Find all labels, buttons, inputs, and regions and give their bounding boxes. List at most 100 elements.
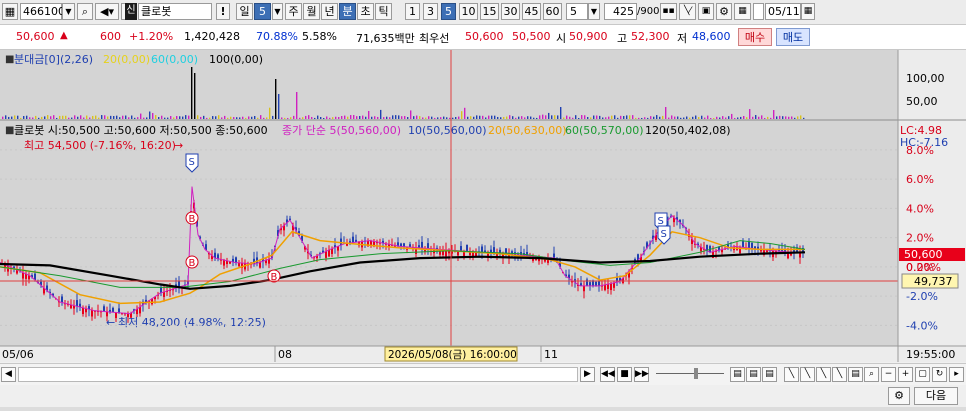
volume-bar: [83, 117, 85, 119]
period-minute-button[interactable]: 분: [339, 3, 356, 20]
volume-bar: [155, 115, 157, 119]
volume-bar: [95, 115, 97, 119]
volume-bar: [623, 116, 625, 119]
line-tool-icon[interactable]: ╲⁄: [679, 3, 696, 20]
sell-button[interactable]: 매도: [776, 28, 810, 46]
minute-60-button[interactable]: 60: [543, 3, 562, 20]
low-label: 저: [677, 32, 688, 45]
minute-1-button[interactable]: 1: [405, 3, 420, 20]
volume-bar: [359, 115, 361, 119]
candle-body: [460, 246, 462, 251]
period-second-button[interactable]: 초: [357, 3, 374, 20]
draw-tool-icon-3[interactable]: ╲: [816, 367, 831, 382]
volume-bar: [707, 115, 709, 119]
date-input[interactable]: 05/11: [765, 3, 801, 20]
period-month-button[interactable]: 월: [303, 3, 320, 20]
horizontal-scrollbar[interactable]: [18, 367, 578, 382]
candle-body: [328, 249, 330, 257]
candle-body: [106, 311, 108, 317]
candle-body: [235, 257, 237, 263]
volume-bar: [368, 110, 370, 119]
gear-icon[interactable]: ⚙: [716, 3, 732, 20]
minute-5-button[interactable]: 5: [441, 3, 456, 20]
volume-bar: [158, 117, 160, 119]
volume-bar: [788, 116, 790, 119]
minute-15-button[interactable]: 15: [480, 3, 499, 20]
interval-dropdown-icon[interactable]: ▼: [588, 3, 600, 20]
volume-bar: [437, 117, 439, 119]
next-button[interactable]: 다음: [914, 387, 958, 405]
volume-bar: [173, 117, 175, 119]
end-icon[interactable]: ▸: [949, 367, 964, 382]
volume-bar: [413, 116, 415, 119]
volume-bar: [575, 115, 577, 119]
volume-bar: [146, 117, 148, 119]
zoom-slider-thumb[interactable]: [694, 368, 698, 379]
save-icon[interactable]: ▣: [698, 3, 714, 20]
stock-name-field[interactable]: 클로봇: [138, 3, 212, 20]
period-day-count[interactable]: 5: [254, 3, 271, 20]
tool-icon-3[interactable]: ▤: [762, 367, 777, 382]
buy-button[interactable]: 매수: [738, 28, 772, 46]
minute-45-button[interactable]: 45: [522, 3, 541, 20]
zoom-in-icon[interactable]: +: [898, 367, 913, 382]
volume-bar: [485, 117, 487, 119]
tool-icon-2[interactable]: ▤: [746, 367, 761, 382]
candle-body: [22, 272, 24, 279]
calendar-icon[interactable]: ▦: [801, 3, 815, 20]
speaker-icon[interactable]: ◀▾: [95, 3, 119, 20]
volume-bar: [164, 117, 166, 119]
volume-bar: [659, 116, 661, 119]
volume-bar: [461, 111, 463, 119]
period-tick-button[interactable]: 틱: [375, 3, 392, 20]
zoom-icon[interactable]: ⌕: [864, 367, 879, 382]
volume-bar: [536, 117, 538, 119]
volume-bar: [596, 115, 598, 119]
volume-bar: [122, 115, 124, 119]
scroll-left-icon[interactable]: ◀: [1, 367, 16, 382]
draw-tool-icon-5[interactable]: ▤: [848, 367, 863, 382]
volume-bar: [98, 117, 100, 119]
minute-3-button[interactable]: 3: [423, 3, 438, 20]
price-chart[interactable]: ■ 분대금[0](2,26) 20(0,00) 60(0,00) 100(0,0…: [0, 50, 966, 362]
candle-tool-icon[interactable]: ▪▪: [660, 3, 677, 20]
zoom-out-icon[interactable]: −: [881, 367, 896, 382]
count-input[interactable]: 425: [604, 3, 637, 20]
alert-button[interactable]: !: [216, 3, 230, 20]
volume-bar: [263, 117, 265, 119]
interval-select[interactable]: 5: [566, 3, 588, 20]
reset-icon[interactable]: ▢: [915, 367, 930, 382]
period-year-button[interactable]: 년: [321, 3, 338, 20]
stock-code-input[interactable]: 466100: [20, 3, 65, 20]
volume-bar: [230, 116, 232, 119]
minute-10-button[interactable]: 10: [459, 3, 478, 20]
date-checkbox[interactable]: [753, 3, 764, 20]
period-day-button[interactable]: 일: [236, 3, 253, 20]
volume-bar: [617, 117, 619, 119]
volume-bar: [224, 115, 226, 119]
settings-gear-icon[interactable]: ⚙: [888, 387, 910, 405]
rewind-icon[interactable]: ◀◀: [600, 367, 615, 382]
play-icon[interactable]: ▶▶: [634, 367, 649, 382]
volume-bar: [131, 115, 133, 119]
period-dropdown-icon[interactable]: ▼: [272, 3, 283, 20]
minute-30-button[interactable]: 30: [501, 3, 520, 20]
scroll-right-icon[interactable]: ▶: [580, 367, 595, 382]
draw-tool-icon-2[interactable]: ╲: [800, 367, 815, 382]
ma-legend-20: 20(50,630,00): [488, 124, 567, 137]
draw-tool-icon-1[interactable]: ╲: [784, 367, 799, 382]
period-week-button[interactable]: 주: [285, 3, 302, 20]
tool-icon-1[interactable]: ▤: [730, 367, 745, 382]
volume-bar: [791, 116, 793, 119]
volume-bar: [479, 115, 481, 119]
refresh-icon[interactable]: ↻: [932, 367, 947, 382]
zoom-slider-track[interactable]: [656, 373, 724, 374]
code-dropdown-icon[interactable]: ▼: [62, 3, 75, 20]
grid-icon[interactable]: ▦: [734, 3, 751, 20]
layout-icon[interactable]: ▦: [2, 3, 18, 20]
draw-tool-icon-4[interactable]: ╲: [832, 367, 847, 382]
volume-bar: [26, 115, 28, 119]
search-icon[interactable]: ⌕: [77, 3, 93, 20]
volume-bar: [560, 107, 562, 119]
stop-icon[interactable]: ■: [617, 367, 632, 382]
